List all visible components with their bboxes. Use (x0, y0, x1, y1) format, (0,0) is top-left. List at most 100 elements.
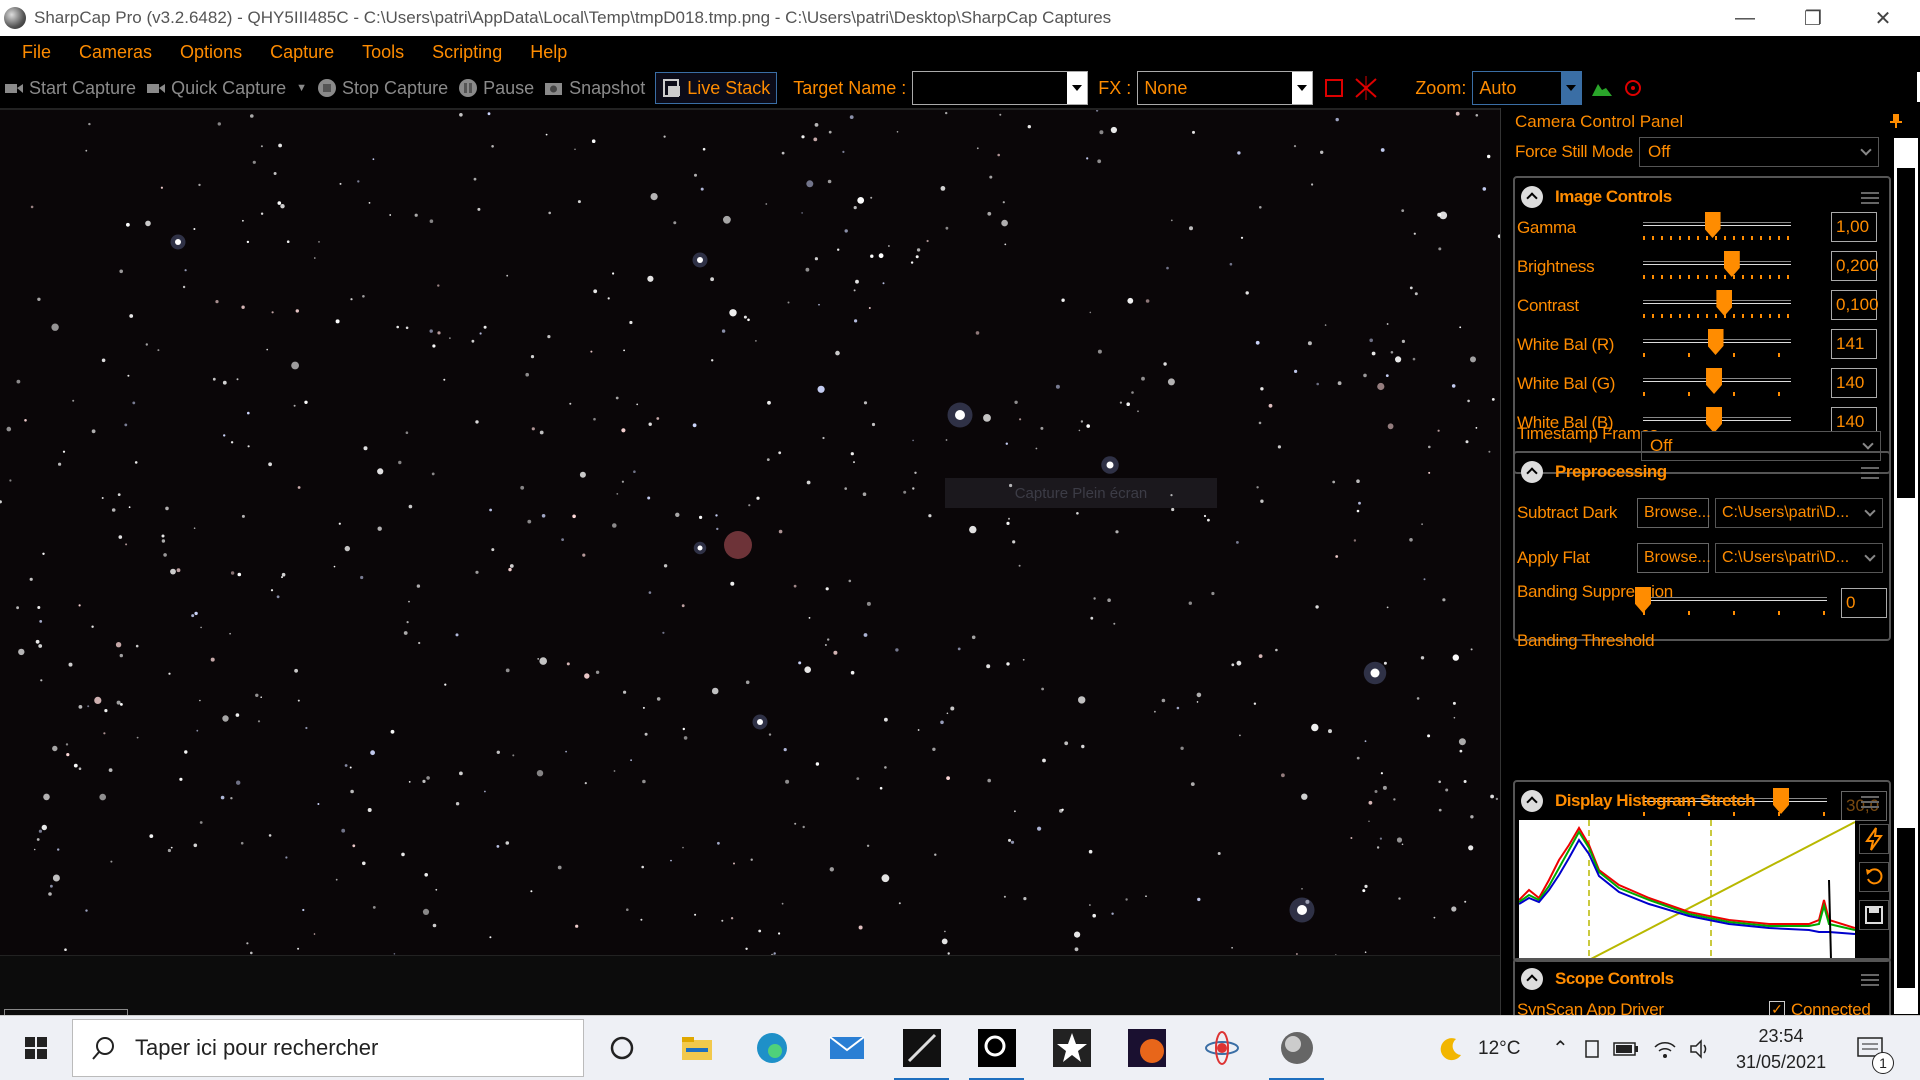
pause-button[interactable]: Pause (458, 72, 534, 104)
hamburger-icon[interactable] (1861, 467, 1879, 479)
battery-icon[interactable] (1613, 1041, 1639, 1056)
star (681, 604, 685, 608)
menu-scripting[interactable]: Scripting (418, 36, 516, 68)
banding-suppression-value[interactable]: 0 (1841, 588, 1887, 618)
cortana-icon[interactable] (584, 1016, 659, 1080)
chevron-down-icon[interactable] (1292, 72, 1313, 104)
app-planet-icon[interactable] (1109, 1016, 1184, 1080)
network-icon[interactable] (1653, 1039, 1677, 1059)
slider-thumb[interactable] (1716, 290, 1733, 316)
collapse-icon[interactable] (1521, 790, 1543, 812)
chevron-up-icon[interactable]: ⌃ (1552, 1036, 1569, 1061)
fx-combo[interactable]: None (1137, 71, 1314, 105)
hamburger-icon[interactable] (1861, 974, 1879, 986)
menu-tools[interactable]: Tools (348, 36, 418, 68)
star (194, 611, 198, 616)
image-control-slider[interactable] (1643, 212, 1791, 244)
volume-icon[interactable] (1689, 1038, 1713, 1059)
image-control-value[interactable]: 141 (1831, 329, 1877, 359)
file-explorer-icon[interactable] (659, 1016, 734, 1080)
lightning-icon[interactable] (1859, 824, 1889, 854)
reticle-square-icon[interactable] (1323, 77, 1345, 99)
chevron-down-icon[interactable]: ▼ (296, 82, 307, 94)
sharpcap-icon[interactable] (1259, 1016, 1334, 1080)
chevron-down-icon[interactable] (1561, 72, 1582, 104)
chevron-down-icon[interactable] (1067, 72, 1088, 104)
menu-file[interactable]: File (0, 36, 65, 68)
panel-scrollbar[interactable] (1894, 138, 1918, 1014)
image-controls-header[interactable]: Image Controls (1515, 178, 1889, 216)
app-comet-icon[interactable] (884, 1016, 959, 1080)
clock[interactable]: 23:54 31/05/2021 (1736, 1016, 1826, 1080)
image-control-value[interactable]: 0,100 (1831, 290, 1879, 320)
app-molecule-icon[interactable] (1184, 1016, 1259, 1080)
star (372, 906, 376, 909)
hamburger-icon[interactable] (1861, 192, 1879, 204)
collapse-icon[interactable] (1521, 461, 1543, 483)
image-control-slider[interactable] (1643, 290, 1791, 322)
slider-thumb[interactable] (1723, 251, 1740, 277)
panel-scrollbar-thumb[interactable] (1897, 168, 1915, 498)
star (1380, 772, 1383, 775)
menu-help[interactable]: Help (516, 36, 581, 68)
panel-scrollbar-thumb-lower[interactable] (1897, 828, 1915, 988)
target-name-combo[interactable] (912, 71, 1089, 105)
collapse-icon[interactable] (1521, 186, 1543, 208)
reticle-cross-icon[interactable] (1353, 76, 1379, 100)
windows-start-icon[interactable] (0, 1016, 72, 1080)
live-stack-button[interactable]: Live Stack (655, 72, 778, 104)
app-star-icon[interactable] (1034, 1016, 1109, 1080)
weather-widget[interactable]: 12°C (1438, 1016, 1520, 1080)
slider-thumb[interactable] (1704, 212, 1721, 238)
slider-thumb[interactable] (1707, 329, 1724, 355)
pin-icon[interactable] (1890, 114, 1902, 128)
image-viewer[interactable]: Capture Plein écran (0, 108, 1500, 955)
edge-icon[interactable] (734, 1016, 809, 1080)
device-icon[interactable] (1583, 1038, 1601, 1060)
mail-icon[interactable] (809, 1016, 884, 1080)
hamburger-icon[interactable] (1861, 796, 1879, 808)
histogram-header[interactable]: Display Histogram Stretch (1515, 782, 1889, 820)
close-icon[interactable]: ✕ (1848, 0, 1918, 36)
subtract-dark-select[interactable]: C:\Users\patri\D... (1715, 498, 1883, 528)
menu-cameras[interactable]: Cameras (65, 36, 166, 68)
minimize-icon[interactable]: — (1710, 0, 1780, 36)
slider-thumb[interactable] (1635, 587, 1651, 613)
start-capture-button[interactable]: Start Capture (4, 72, 136, 104)
zoom-combo[interactable]: Auto (1472, 71, 1583, 105)
image-control-value[interactable]: 140 (1831, 368, 1877, 398)
focus-icon[interactable] (1622, 77, 1644, 99)
menu-capture[interactable]: Capture (256, 36, 348, 68)
menu-options[interactable]: Options (166, 36, 256, 68)
star (240, 841, 244, 845)
image-control-slider[interactable] (1643, 251, 1791, 283)
histogram-icon[interactable] (1590, 78, 1614, 98)
stop-capture-button[interactable]: Stop Capture (317, 72, 448, 104)
taskbar-search-box[interactable]: Taper ici pour rechercher (72, 1019, 584, 1077)
star (344, 764, 348, 767)
save-icon[interactable] (1859, 900, 1889, 930)
image-control-value[interactable]: 1,00 (1831, 212, 1877, 242)
force-still-select[interactable]: Off (1639, 137, 1879, 167)
scope-controls-header[interactable]: Scope Controls (1515, 960, 1889, 998)
banding-suppression-slider[interactable] (1635, 587, 1827, 619)
restore-icon[interactable]: ❐ (1778, 0, 1848, 36)
subtract-dark-browse-button[interactable]: Browse... (1637, 498, 1711, 528)
star (642, 779, 646, 784)
slider-thumb[interactable] (1706, 407, 1723, 433)
preprocessing-header[interactable]: Preprocessing (1515, 453, 1889, 491)
slider-thumb[interactable] (1706, 368, 1723, 394)
image-control-slider[interactable] (1643, 368, 1791, 400)
quick-capture-button[interactable]: Quick Capture ▼ (146, 72, 307, 104)
collapse-icon[interactable] (1521, 968, 1543, 990)
image-control-value[interactable]: 0,200 (1831, 251, 1879, 281)
histogram-chart[interactable] (1518, 820, 1856, 961)
star (1167, 378, 1175, 386)
reset-icon[interactable] (1859, 862, 1889, 892)
apply-flat-select[interactable]: C:\Users\patri\D... (1715, 543, 1883, 573)
apply-flat-browse-button[interactable]: Browse... (1637, 543, 1711, 573)
notifications-button[interactable]: 1 (1856, 1016, 1894, 1080)
image-control-slider[interactable] (1643, 329, 1791, 361)
snapshot-button[interactable]: Snapshot (544, 72, 645, 104)
app-pro-icon[interactable] (959, 1016, 1034, 1080)
